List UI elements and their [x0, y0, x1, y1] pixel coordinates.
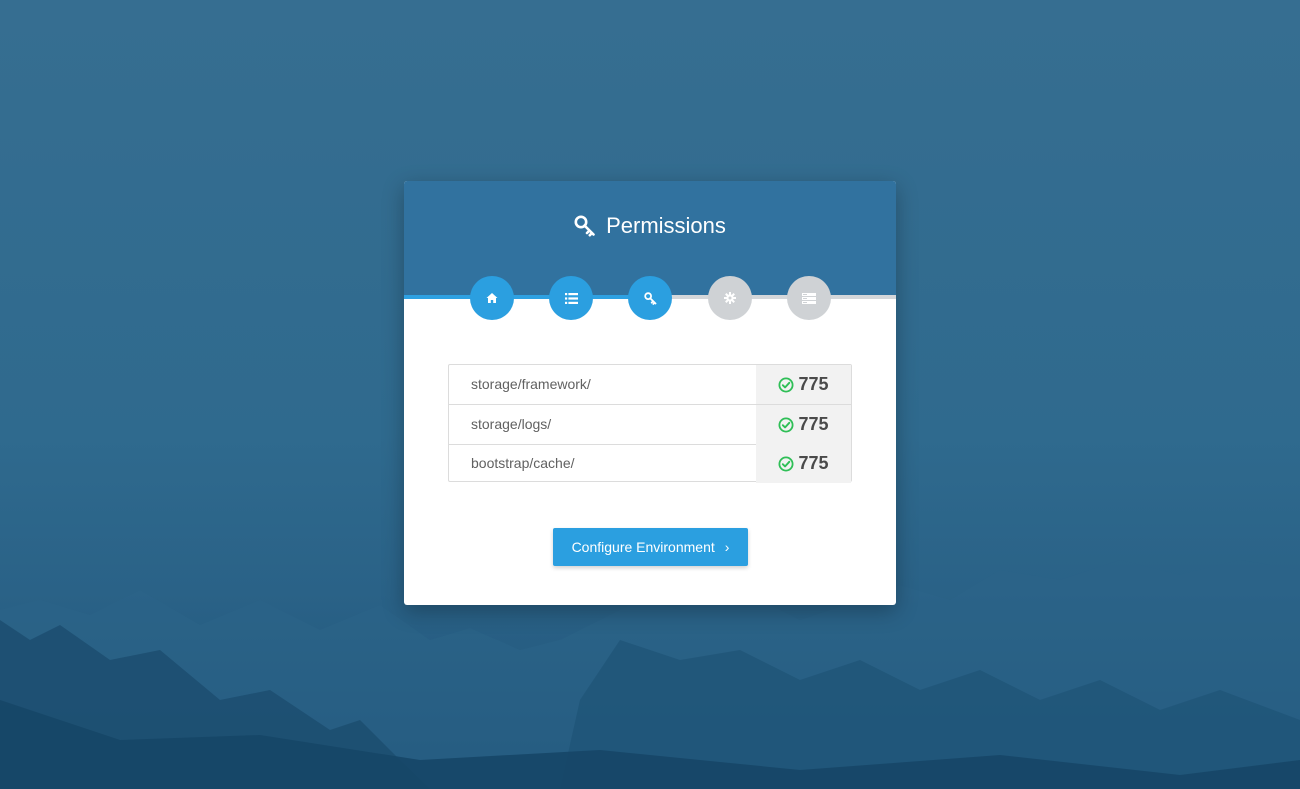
permission-cell: 775 [756, 444, 851, 483]
configure-environment-button[interactable]: Configure Environment › [553, 528, 748, 566]
step-requirements[interactable] [549, 276, 593, 320]
installer-card: Permissions storage/framework/ 775 stora… [404, 181, 896, 605]
check-circle-icon [778, 456, 794, 471]
page-title-text: Permissions [606, 213, 726, 238]
folder-path: storage/framework/ [471, 376, 591, 392]
table-row: storage/framework/ 775 [449, 365, 851, 405]
permission-value: 775 [798, 414, 829, 434]
permission-value: 775 [798, 453, 829, 473]
home-icon [486, 293, 498, 303]
configure-environment-label: Configure Environment [571, 539, 715, 555]
key-icon [574, 215, 596, 245]
table-row: bootstrap/cache/ 775 [449, 444, 851, 483]
folder-path: storage/logs/ [471, 416, 552, 432]
server-icon [802, 292, 816, 304]
list-icon [564, 292, 578, 304]
table-row: storage/logs/ 775 [449, 405, 851, 445]
key-icon [643, 291, 656, 305]
page-title: Permissions [404, 211, 896, 245]
step-permissions[interactable] [628, 276, 672, 320]
progress-fill [404, 295, 650, 299]
gear-icon [724, 292, 736, 304]
check-circle-icon [778, 377, 794, 392]
permission-value: 775 [798, 374, 829, 394]
permission-cell: 775 [756, 405, 851, 444]
permission-cell: 775 [756, 365, 851, 404]
folder-path: bootstrap/cache/ [471, 455, 575, 471]
step-environment[interactable] [708, 276, 752, 320]
permissions-table: storage/framework/ 775 storage/logs/ 775… [448, 364, 852, 483]
chevron-right-icon: › [724, 539, 730, 555]
step-final[interactable] [787, 276, 831, 320]
step-home[interactable] [470, 276, 514, 320]
check-circle-icon [778, 417, 794, 432]
